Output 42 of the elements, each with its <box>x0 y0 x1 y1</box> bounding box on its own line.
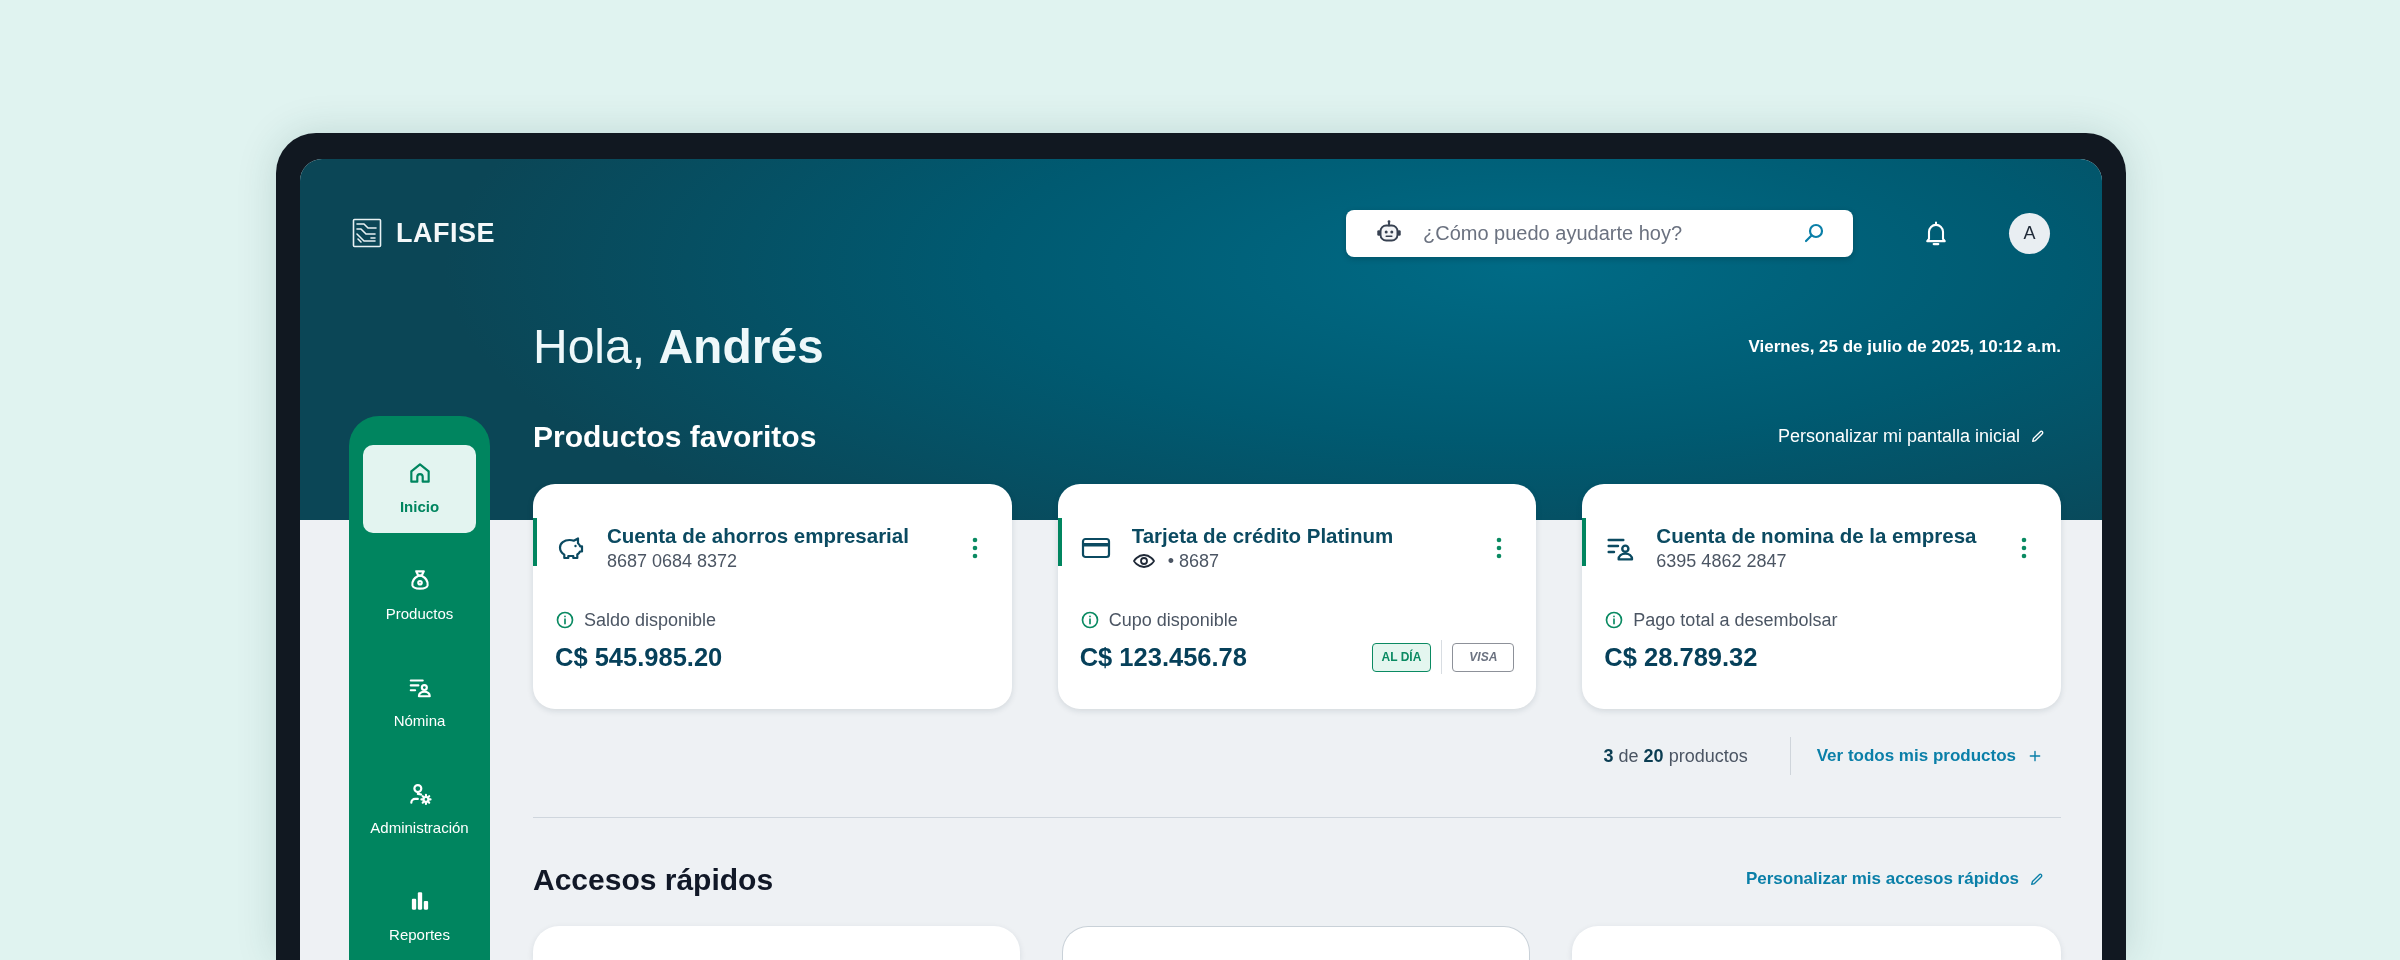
info-icon <box>1604 610 1625 630</box>
sidebar-item[interactable]: Nómina <box>363 659 476 747</box>
date-time: Viernes, 25 de julio de 2025, 10:12 a.m. <box>1748 336 2061 359</box>
accent-bar <box>533 518 537 566</box>
product-name[interactable]: Cuenta de ahorros empresarial <box>607 523 972 549</box>
info-icon <box>555 610 575 630</box>
search-field[interactable]: ¿Cómo puedo ayudarte hoy? <box>1346 209 1853 257</box>
card-brand-badge: VISA <box>1452 642 1515 672</box>
sidebar-item[interactable]: Reportes <box>363 873 476 960</box>
status-badge: AL DÍA <box>1371 642 1432 672</box>
sidebar-item[interactable]: Productos <box>363 552 476 640</box>
balance-label: Saldo disponible <box>584 608 717 632</box>
plus-icon <box>2028 749 2042 763</box>
logo-icon <box>352 218 382 248</box>
balance-amount: C$ 123.456.78 <box>1079 641 1247 673</box>
customize-link[interactable]: Personalizar mi pantalla inicial <box>1777 422 2046 450</box>
balance-amount: C$ 28.789.32 <box>1604 641 1758 673</box>
pencil-icon <box>2030 428 2046 444</box>
logo-text: LAFISE <box>396 216 495 250</box>
card-number: • 8687 <box>1167 550 1219 573</box>
customize-link[interactable]: Personalizar mis accesos rápidos <box>1745 866 2045 892</box>
kebab-menu-icon[interactable] <box>1496 536 1503 560</box>
accent-bar <box>1582 518 1587 566</box>
section-title: Accesos rápidos <box>533 861 774 898</box>
balance-amount: C$ 545.985.20 <box>555 641 723 673</box>
kebab-menu-icon[interactable] <box>2021 536 2027 560</box>
balance-label: Pago total a desembolsar <box>1633 608 1838 632</box>
product-name[interactable]: Cuenta de nomina de la empresa <box>1656 523 2021 549</box>
info-icon <box>1079 610 1100 630</box>
sidebar-item[interactable]: Administración <box>363 766 476 854</box>
sidebar-item[interactable]: Inicio <box>363 445 476 533</box>
accent-bar <box>1057 518 1062 566</box>
section-title: Productos favoritos <box>533 418 817 455</box>
view-all-products-link[interactable]: Ver todos mis productos <box>1816 743 2042 769</box>
balance-label: Cupo disponible <box>1108 608 1238 632</box>
greeting: Hola, Andrés <box>533 323 824 371</box>
product-name[interactable]: Tarjeta de crédito Platinum <box>1131 523 1497 549</box>
account-number: 6395 4862 2847 <box>1656 550 1788 573</box>
product-count: 3 de 20 productos <box>1603 744 1748 768</box>
pencil-icon <box>2029 871 2045 887</box>
kebab-menu-icon[interactable] <box>971 536 978 560</box>
account-number: 8687 0684 8372 <box>607 550 739 573</box>
